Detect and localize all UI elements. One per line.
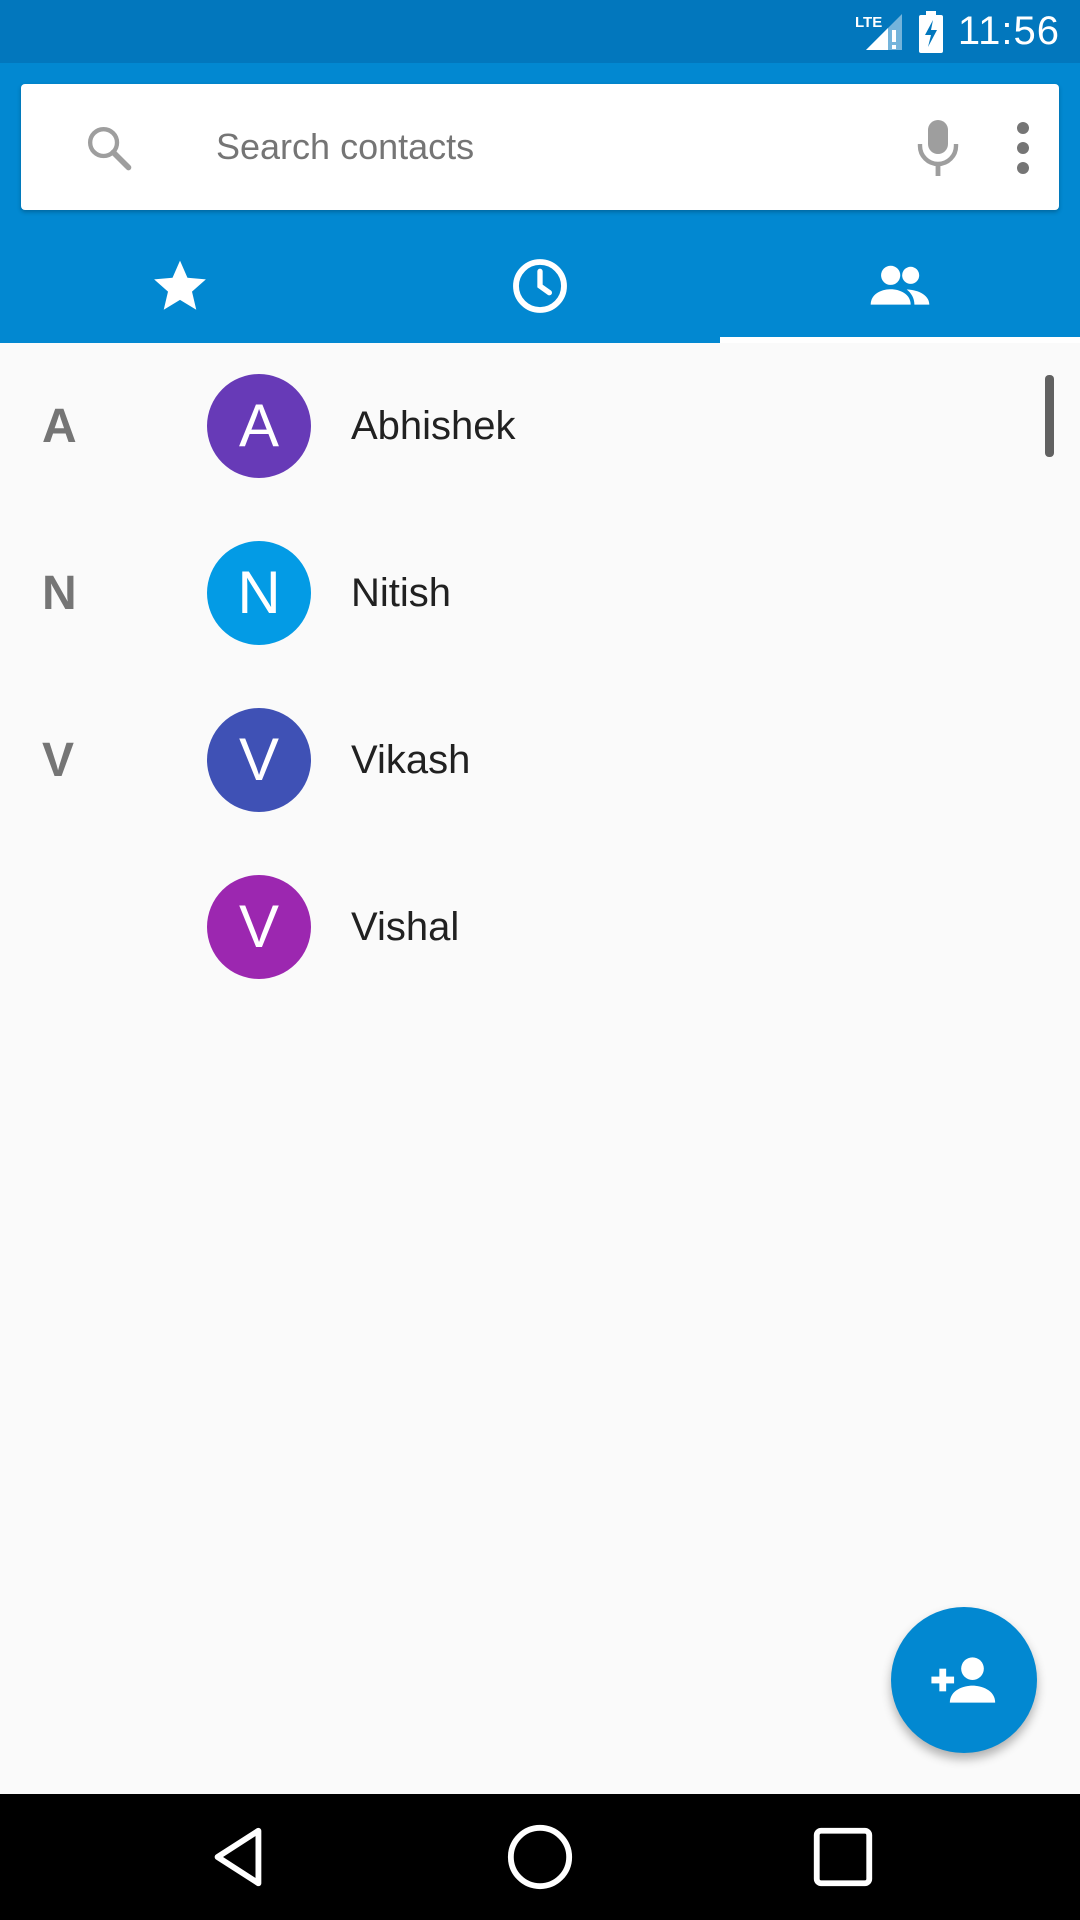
avatar: V: [207, 875, 311, 979]
clock-icon: [513, 258, 567, 313]
tab-recents[interactable]: [360, 228, 720, 343]
contact-row[interactable]: V V Vikash: [0, 677, 1080, 844]
contact-list: A A Abhishek N N Nitish V V Vikash V Vis…: [0, 343, 1080, 1011]
avatar: A: [207, 374, 311, 478]
contact-row[interactable]: A A Abhishek: [0, 343, 1080, 510]
avatar: N: [207, 541, 311, 645]
tab-favorites[interactable]: [0, 228, 360, 343]
contact-row[interactable]: V Vishal: [0, 844, 1080, 1011]
contact-row[interactable]: N N Nitish: [0, 510, 1080, 677]
contact-name: Vishal: [351, 905, 460, 949]
section-letter: N: [42, 567, 77, 620]
status-time: 11:56: [957, 9, 1060, 53]
search-input[interactable]: Search contacts: [216, 84, 474, 210]
people-icon: [870, 265, 930, 305]
navigation-bar: [0, 1794, 1080, 1920]
contact-name: Abhishek: [351, 404, 516, 448]
recent-apps-icon[interactable]: [808, 1822, 878, 1892]
star-icon: [154, 260, 206, 310]
tab-bar: [0, 228, 1080, 343]
battery-charging-icon: [918, 10, 943, 53]
tab-contacts[interactable]: [720, 228, 1080, 343]
avatar: V: [207, 708, 311, 812]
mic-icon[interactable]: [914, 118, 962, 178]
add-contact-button[interactable]: [891, 1607, 1037, 1753]
contact-name: Vikash: [351, 738, 471, 782]
search-icon: [87, 126, 132, 171]
home-icon[interactable]: [505, 1822, 575, 1892]
lte-signal-icon: LTE: [855, 13, 902, 50]
status-bar: LTE 11:56: [0, 0, 1080, 63]
back-icon[interactable]: [203, 1822, 273, 1892]
contact-name: Nitish: [351, 571, 452, 615]
lte-label: LTE: [855, 14, 882, 31]
section-letter: V: [42, 734, 75, 787]
search-box[interactable]: Search contacts: [21, 84, 1059, 210]
add-person-icon: [931, 1657, 996, 1703]
scrollbar-thumb[interactable]: [1045, 375, 1054, 457]
section-letter: A: [42, 400, 77, 453]
more-options-icon[interactable]: [1005, 120, 1041, 176]
